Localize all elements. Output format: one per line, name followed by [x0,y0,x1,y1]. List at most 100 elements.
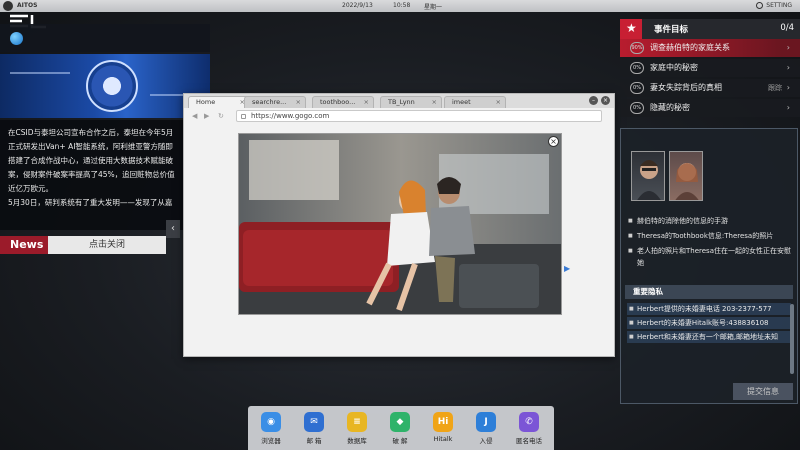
tab-toothbook[interactable]: toothboo... × [312,96,374,108]
tab-searchresult[interactable]: searchre... × [244,96,306,108]
close-photo-icon[interactable]: × [548,136,559,147]
status-weekday: 星期一 [424,4,443,11]
phone-icon: ✆ [519,412,539,432]
tab-label: toothboo... [320,98,356,106]
banner-decoration [10,72,70,74]
news-panel: 在CSID与泰坦公司宣布合作之后，泰坦在今年5月正式研发出Van+ AI智能系统… [0,24,210,256]
news-article: 在CSID与泰坦公司宣布合作之后，泰坦在今年5月正式研发出Van+ AI智能系统… [0,120,184,230]
privacy-item[interactable]: Herbert提供的未婚妻电话 203-2377-577 [627,303,791,315]
chevron-right-icon[interactable]: ▶ [564,264,572,273]
tab-close-icon[interactable]: × [496,97,501,108]
privacy-section-title: 重要隐私 [625,285,793,299]
browser-window: Home × searchre... × toothboo... × TB_Lynn ×… [183,93,615,357]
objective-text: 家庭中的秘密 [650,63,698,72]
hook-icon: J [476,412,496,432]
objectives-panel: ★ 事件目标 0/4 90% 调查赫伯特的家庭关系 › 0% 家庭中的秘密 › … [620,19,800,119]
objective-text: 调查赫伯特的家庭关系 [650,43,730,52]
objective-text: 妻女失踪背后的真相 [650,83,722,92]
chevron-right-icon: › [786,43,790,52]
photo-image [239,134,561,314]
setting-button[interactable]: SETTING [756,2,792,9]
objective-item[interactable]: 0% 隐藏的秘密 › [620,99,800,117]
evidence-list: 赫伯特的消除他的信息的手游 Theresa的Toothbook信息:Theres… [627,215,791,272]
news-paragraph: 5月30日，研判系统有了重大发明——发现了从嘉 [8,198,173,207]
system-status-bar: AITOS 2022/9/13 10:58 星期一 SETTING [0,0,800,12]
close-news-button[interactable]: 点击关闭 [48,236,166,254]
tab-close-icon[interactable]: × [296,97,301,108]
gear-icon [756,2,764,9]
dock-label: 匿名电话 [516,437,542,445]
news-paragraph: 在CSID与泰坦公司宣布合作之后，泰坦在今年5月正式研发出Van+ AI智能系统… [8,128,175,193]
dock-label: 入侵 [479,437,493,445]
minimize-icon[interactable]: – [589,96,598,105]
lock-icon [241,114,246,119]
dock-hitalk[interactable]: Hi Hitalk [424,412,462,443]
url-bar[interactable]: https://www.gogo.com [236,110,602,122]
globe-icon [10,32,23,45]
photo-viewer: × [238,133,562,315]
chevron-right-icon: › [786,63,790,72]
evidence-item[interactable]: Theresa的Toothbook信息:Theresa的照片 [627,230,791,242]
objective-item[interactable]: 90% 调查赫伯特的家庭关系 › [620,39,800,57]
back-icon[interactable]: ◀ [192,112,197,120]
evidence-portraits [621,129,797,211]
theresa-portrait[interactable] [669,151,703,201]
tab-close-icon[interactable]: × [432,97,437,108]
dock-label: 数据库 [347,437,367,445]
evidence-item[interactable]: 赫伯特的消除他的信息的手游 [627,215,791,227]
objectives-title: 事件目标 [654,25,689,35]
status-date: 2022/9/13 [342,2,373,9]
objective-text: 隐藏的秘密 [650,103,690,112]
dock-crack[interactable]: ◆ 破 解 [381,412,419,445]
tab-close-icon[interactable]: × [364,97,369,108]
tab-label: TB_Lynn [388,98,415,106]
tab-home[interactable]: Home × [188,96,250,108]
chevron-right-icon: › [786,103,790,112]
objectives-count: 0/4 [780,23,794,33]
objective-item[interactable]: 0% 家庭中的秘密 › [620,59,800,77]
mail-icon: ✉ [304,412,324,432]
progress-badge: 0% [630,102,644,114]
chat-icon: Hi [433,412,453,432]
browser-icon: ◉ [261,412,281,432]
forward-icon[interactable]: ▶ [204,112,209,120]
dock-intrude[interactable]: J 入侵 [467,412,505,445]
dock-mail[interactable]: ✉ 邮 箱 [295,412,333,445]
progress-badge: 0% [630,82,644,94]
privacy-list: Herbert提供的未婚妻电话 203-2377-577 Herbert的未婚妻… [627,303,791,345]
evidence-item[interactable]: 老人拍的照片和Theresa住在一起的女性正在安慰她 [627,245,791,269]
close-window-icon[interactable]: × [601,96,610,105]
submit-info-button[interactable]: 提交信息 [733,383,793,400]
police-seal-icon [86,60,138,112]
refresh-icon[interactable]: ↻ [218,112,224,120]
dock-browser[interactable]: ◉ 浏览器 [252,412,290,445]
tab-tb-lynn[interactable]: TB_Lynn × [380,96,442,108]
herbert-portrait[interactable] [631,151,665,201]
tab-label: imeet [452,98,471,106]
dock-label: Hitalk [433,435,453,443]
os-logo-icon [3,1,13,11]
setting-label: SETTING [766,2,792,9]
tab-imeet[interactable]: imeet × [444,96,506,108]
news-header [0,24,210,52]
database-icon: ≡ [347,412,367,432]
progress-badge: 0% [630,62,644,74]
evidence-panel: 赫伯特的消除他的信息的手游 Theresa的Toothbook信息:Theres… [620,128,798,404]
news-footer: News 点击关闭 [0,236,210,254]
browser-tab-bar: Home × searchre... × toothboo... × TB_Lynn ×… [184,94,614,108]
app-dock: ◉ 浏览器 ✉ 邮 箱 ≡ 数据库 ◆ 破 解 Hi Hitalk J 入侵 ✆… [248,406,554,450]
os-name: AITOS [17,2,38,9]
star-icon: ★ [626,21,637,35]
tab-label: Home [196,98,216,106]
privacy-item[interactable]: Herbert的未婚妻Hitalk账号:438836108 [627,317,791,329]
dock-label: 破 解 [392,437,408,445]
status-time: 10:58 [393,2,411,9]
dock-database[interactable]: ≡ 数据库 [338,412,376,445]
dock-anon-phone[interactable]: ✆ 匿名电话 [510,412,548,445]
evidence-scrollbar[interactable] [790,304,794,374]
privacy-item[interactable]: Herbert和未婚妻还有一个邮箱,邮箱地址未知 [627,331,791,343]
objective-item[interactable]: 0% 妻女失踪背后的真相 跟踪 › [620,79,800,97]
shield-icon: ◆ [390,412,410,432]
objectives-header: ★ 事件目标 0/4 [620,19,800,39]
progress-badge: 90% [630,42,644,54]
